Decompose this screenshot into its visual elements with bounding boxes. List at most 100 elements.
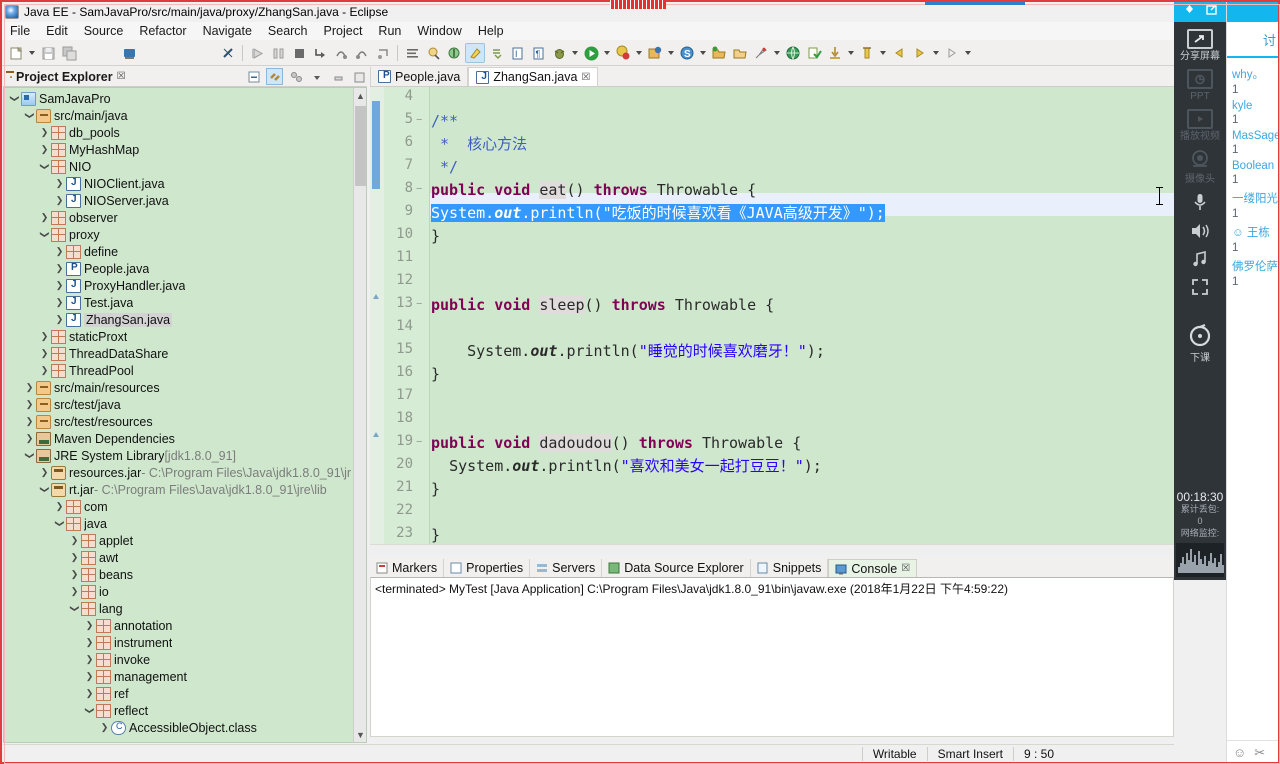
chevron-down-icon[interactable]	[772, 43, 782, 63]
chevron-right-icon[interactable]: ❯	[53, 196, 66, 205]
share-screen-button[interactable]: 分享屏幕	[1174, 22, 1226, 62]
tree-item-src-test-resources[interactable]: ❯ src/test/resources	[4, 413, 366, 430]
chevron-right-icon[interactable]: ❯	[68, 570, 81, 579]
chevron-down-icon[interactable]	[666, 43, 676, 63]
tab-project-explorer[interactable]: Project Explorer ☒	[6, 67, 130, 86]
project-tree[interactable]: ❯ SamJavaPro ❯ src/main/java ❯ db_pools ❯ MyHas…	[3, 87, 367, 743]
tree-item-jre-system-library[interactable]: ❯ JRE System Library [jdk1.8.0_91]	[4, 447, 366, 464]
chevron-right-icon[interactable]: ❯	[83, 672, 96, 681]
music-button[interactable]	[1174, 243, 1226, 271]
chevron-right-icon[interactable]: ❯	[53, 298, 66, 307]
tree-item-samjavapro[interactable]: ❯ SamJavaPro	[4, 90, 366, 107]
tree-item-src-main-resources[interactable]: ❯ src/main/resources	[4, 379, 366, 396]
chevron-right-icon[interactable]: ❯	[38, 128, 51, 137]
tab-console[interactable]: Console ☒	[828, 559, 918, 577]
chevron-right-icon[interactable]: ❯	[38, 145, 51, 154]
pin-icon[interactable]	[1183, 3, 1196, 19]
popout-icon[interactable]	[1205, 3, 1218, 19]
marker-icon[interactable]	[465, 43, 485, 63]
emoji-icon[interactable]: ☺	[1233, 745, 1246, 760]
close-icon[interactable]: ☒	[901, 563, 910, 574]
tree-item-proxyhandler-java[interactable]: ❯ ProxyHandler.java	[4, 277, 366, 294]
menu-file[interactable]: File	[2, 23, 38, 39]
tree-item-accessibleobject-class[interactable]: ❯ AccessibleObject.class	[4, 719, 366, 736]
tab-markers[interactable]: Markers	[370, 559, 445, 577]
microphone-button[interactable]	[1174, 185, 1226, 215]
annotations-icon[interactable]	[444, 43, 464, 63]
editor-tab-people[interactable]: People.java	[370, 67, 469, 86]
scroll-up-icon[interactable]: ▲	[354, 88, 366, 103]
pilcrow-icon[interactable]: ¶	[528, 43, 548, 63]
tab-properties[interactable]: Properties	[444, 559, 531, 577]
scrollbar-thumb[interactable]	[355, 106, 366, 186]
link-with-editor-icon[interactable]	[266, 68, 283, 85]
rocket-icon[interactable]	[751, 43, 771, 63]
forward-icon[interactable]	[910, 43, 930, 63]
play-video-button[interactable]: 播放视频	[1174, 102, 1226, 142]
open-task-icon[interactable]	[709, 43, 729, 63]
debug-icon[interactable]	[549, 43, 569, 63]
chevron-down-icon[interactable]	[931, 43, 941, 63]
editor-tab-zhangsan[interactable]: ZhangSan.java ☒	[468, 67, 599, 86]
chevron-down-icon[interactable]	[570, 43, 580, 63]
chevron-down-icon[interactable]: ❯	[40, 160, 50, 173]
tree-item-reflect[interactable]: ❯ reflect	[4, 702, 366, 719]
save-icon[interactable]	[38, 43, 58, 63]
fold-toggle-icon[interactable]	[416, 298, 425, 312]
ppt-button[interactable]: PPT	[1174, 62, 1226, 102]
tree-item-src-test-java[interactable]: ❯ src/test/java	[4, 396, 366, 413]
chevron-right-icon[interactable]: ❯	[83, 689, 96, 698]
suspend-icon[interactable]	[268, 43, 288, 63]
chevron-right-icon[interactable]: ❯	[38, 468, 51, 477]
open-type-icon[interactable]	[402, 43, 422, 63]
step-into-icon[interactable]	[310, 43, 330, 63]
view-menu-icon[interactable]	[308, 68, 325, 85]
fold-toggle-icon[interactable]	[416, 436, 425, 450]
tab-data-source-explorer[interactable]: Data Source Explorer	[602, 559, 751, 577]
tree-item-awt[interactable]: ❯ awt	[4, 549, 366, 566]
chevron-down-icon[interactable]	[602, 43, 612, 63]
close-icon[interactable]: ☒	[117, 71, 126, 82]
chevron-right-icon[interactable]: ❯	[38, 332, 51, 341]
chevron-right-icon[interactable]: ❯	[38, 213, 51, 222]
chevron-down-icon[interactable]: ❯	[25, 449, 35, 462]
tree-item-lang[interactable]: ❯ lang	[4, 600, 366, 617]
line-number-gutter[interactable]: 4 5 6 7 8 9 10 11 12 13 14 15 16 17 18 19 20 21 22 23	[384, 87, 430, 552]
scissors-icon[interactable]: ✂	[1254, 745, 1265, 761]
chevron-right-icon[interactable]: ❯	[98, 723, 111, 732]
tree-item-nio[interactable]: ❯ NIO	[4, 158, 366, 175]
tree-item-threaddatashare[interactable]: ❯ ThreadDataShare	[4, 345, 366, 362]
tree-item-beans[interactable]: ❯ beans	[4, 566, 366, 583]
resume-icon[interactable]	[247, 43, 267, 63]
chevron-down-icon[interactable]	[846, 43, 856, 63]
tree-item-resources-jar[interactable]: ❯ resources.jar - C:\Program Files\Java\j…	[4, 464, 366, 481]
console-output[interactable]: <terminated> MyTest [Java Application] C…	[370, 577, 1174, 737]
chevron-down-icon[interactable]	[634, 43, 644, 63]
maximize-icon[interactable]	[350, 68, 367, 85]
chevron-down-icon[interactable]: ❯	[40, 228, 50, 241]
speaker-button[interactable]	[1174, 215, 1226, 243]
menu-run[interactable]: Run	[370, 23, 409, 39]
profile-icon[interactable]	[857, 43, 877, 63]
fullscreen-button[interactable]	[1174, 271, 1226, 299]
tree-item-invoke[interactable]: ❯ invoke	[4, 651, 366, 668]
chevron-right-icon[interactable]: ❯	[53, 264, 66, 273]
menu-navigate[interactable]: Navigate	[195, 23, 260, 39]
tree-item-annotation[interactable]: ❯ annotation	[4, 617, 366, 634]
menu-help[interactable]: Help	[470, 23, 512, 39]
drop-to-frame-icon[interactable]	[373, 43, 393, 63]
chevron-right-icon[interactable]: ❯	[23, 400, 36, 409]
chevron-down-icon[interactable]: ❯	[10, 92, 20, 105]
chevron-right-icon[interactable]: ❯	[53, 247, 66, 256]
fold-toggle-icon[interactable]	[416, 114, 425, 128]
tree-item-observer[interactable]: ❯ observer	[4, 209, 366, 226]
back-icon[interactable]	[889, 43, 909, 63]
step-over-icon[interactable]	[331, 43, 351, 63]
code-text[interactable]: /** * 核心方法 */ public void eat() throws T…	[431, 87, 1174, 552]
chevron-right-icon[interactable]: ❯	[53, 281, 66, 290]
menu-refactor[interactable]: Refactor	[131, 23, 194, 39]
print-icon[interactable]	[119, 43, 139, 63]
run-icon[interactable]	[581, 43, 601, 63]
chevron-right-icon[interactable]: ❯	[53, 315, 66, 324]
tree-item-db_pools[interactable]: ❯ db_pools	[4, 124, 366, 141]
